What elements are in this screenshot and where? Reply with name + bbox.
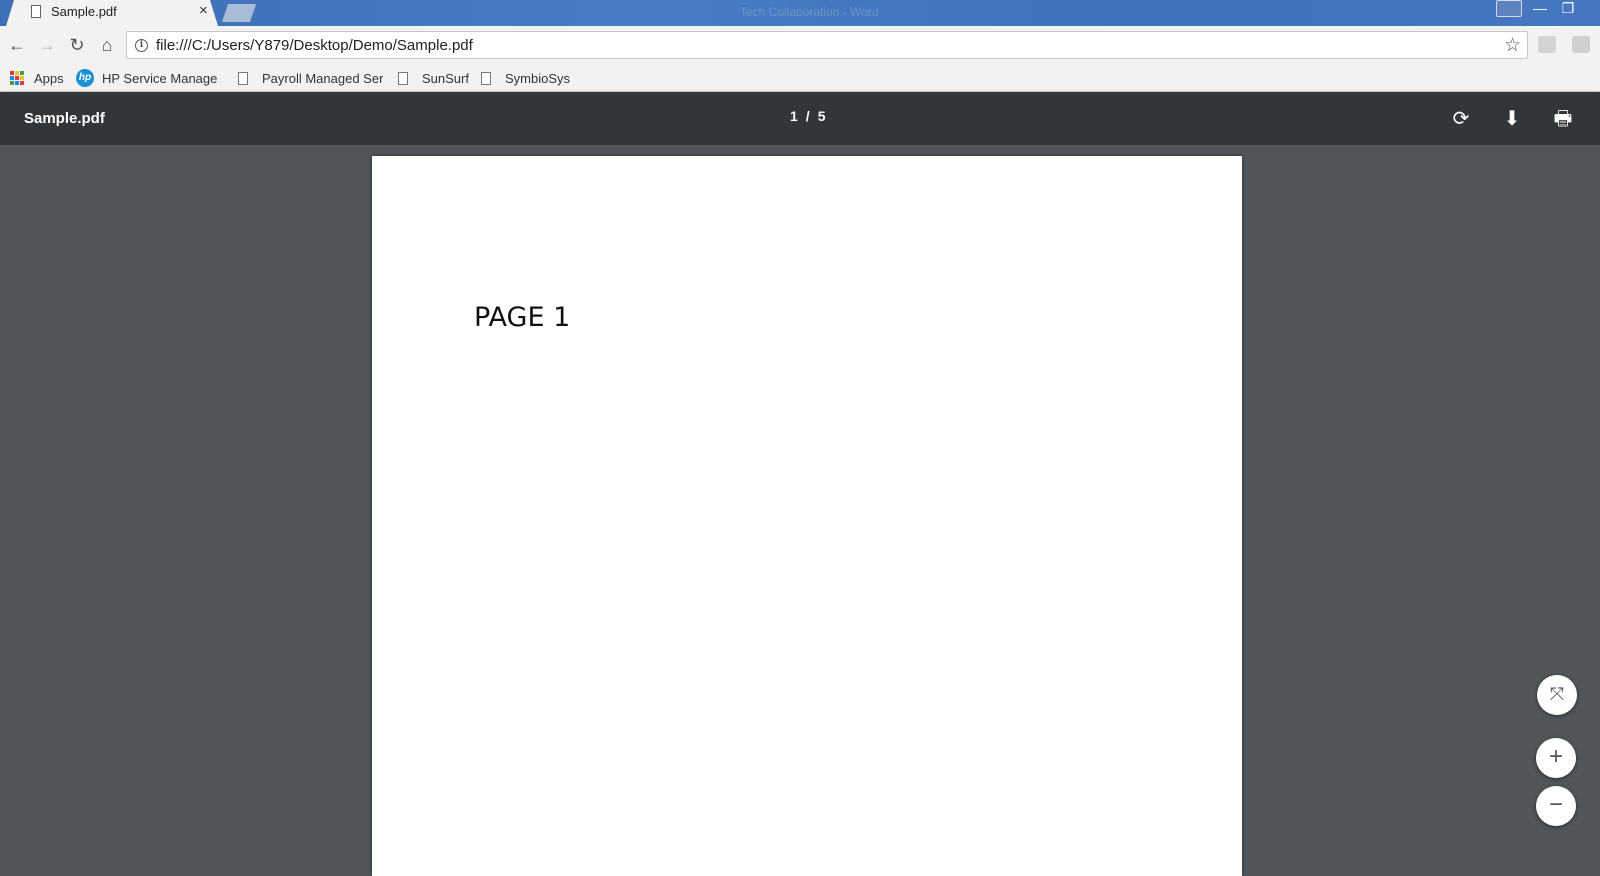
extension-cast-icon[interactable] [1572, 36, 1590, 53]
page-icon [481, 71, 491, 85]
download-icon[interactable]: ⬇ [1499, 106, 1525, 132]
page-icon [238, 71, 248, 85]
bookmark-label: SunSurf [422, 70, 469, 86]
new-tab-button[interactable] [222, 4, 256, 22]
zoom-in-button[interactable]: + [1536, 738, 1576, 778]
address-bar[interactable]: i file:///C:/Users/Y879/Desktop/Demo/Sam… [126, 31, 1528, 59]
apps-grid-dot [15, 71, 19, 75]
current-page-number[interactable]: 1 [790, 108, 798, 124]
page-icon [398, 71, 408, 85]
info-icon[interactable]: i [135, 39, 148, 52]
extension-icon[interactable] [1538, 36, 1556, 53]
apps-grid-dot [20, 76, 24, 80]
apps-grid-dot [20, 71, 24, 75]
apps-grid-dot [10, 81, 14, 85]
bookmark-label: SymbioSys [505, 70, 571, 86]
bookmark-sunsurf[interactable]: SunSurf [398, 69, 469, 87]
bookmark-label: Payroll Managed Ser [262, 70, 383, 86]
page-separator: / [805, 108, 810, 124]
bookmarks-bar: Apps hp HP Service Manager: Payroll Mana… [0, 64, 1600, 92]
apps-grid-dot [15, 81, 19, 85]
bookmark-label: Apps [34, 70, 64, 86]
home-icon[interactable]: ⌂ [96, 34, 118, 56]
bookmark-payroll[interactable]: Payroll Managed Ser [238, 69, 383, 87]
profile-icon[interactable] [1496, 0, 1522, 17]
file-icon [31, 5, 41, 18]
bookmark-apps[interactable]: Apps [10, 69, 64, 87]
tab-close-icon[interactable]: × [199, 2, 208, 19]
apps-grid-dot [15, 76, 19, 80]
bookmark-hp-service-manager[interactable]: hp HP Service Manager: [76, 69, 218, 87]
apps-grid-dot [10, 76, 14, 80]
reload-icon[interactable]: ↻ [66, 34, 88, 56]
page-indicator: 1 / 5 [790, 108, 825, 124]
maximize-button[interactable]: ❐ [1558, 0, 1578, 20]
fit-to-page-button[interactable]: ⤧ [1537, 675, 1577, 715]
apps-grid-dot [10, 71, 14, 75]
browser-titlebar: Sample.pdf × Tech Collaboration - Word —… [0, 0, 1600, 26]
tab-sample-pdf[interactable]: Sample.pdf × [6, 0, 218, 26]
window-title: Tech Collaboration - Word [740, 5, 879, 19]
minimize-button[interactable]: — [1530, 0, 1550, 20]
back-arrow-icon[interactable]: ← [6, 34, 28, 56]
page-heading: PAGE 1 [474, 302, 571, 333]
browser-toolbar: ← → ↻ ⌂ i file:///C:/Users/Y879/Desktop/… [0, 26, 1600, 64]
bookmark-star-icon[interactable]: ☆ [1504, 34, 1521, 57]
bookmark-label: HP Service Manager: [102, 70, 218, 86]
forward-arrow-icon[interactable]: → [36, 34, 58, 56]
apps-grid-icon [10, 71, 24, 85]
pdf-document-area[interactable]: PAGE 1 ⤧ + − [0, 145, 1600, 876]
zoom-out-button[interactable]: − [1536, 786, 1576, 826]
tab-title: Sample.pdf [51, 4, 117, 19]
bookmark-symbiosys[interactable]: SymbioSys [481, 69, 570, 87]
url-text[interactable]: file:///C:/Users/Y879/Desktop/Demo/Sampl… [156, 37, 473, 54]
apps-grid-dot [20, 81, 24, 85]
hp-logo-icon: hp [76, 69, 94, 87]
print-icon[interactable]: 🖶 [1550, 106, 1576, 132]
pdf-file-title: Sample.pdf [24, 110, 105, 127]
pdf-toolbar: Sample.pdf 1 / 5 ⟳ ⬇ 🖶 [0, 92, 1600, 145]
total-pages: 5 [817, 108, 826, 124]
rotate-icon[interactable]: ⟳ [1448, 106, 1474, 132]
pdf-page-1: PAGE 1 [372, 156, 1242, 876]
